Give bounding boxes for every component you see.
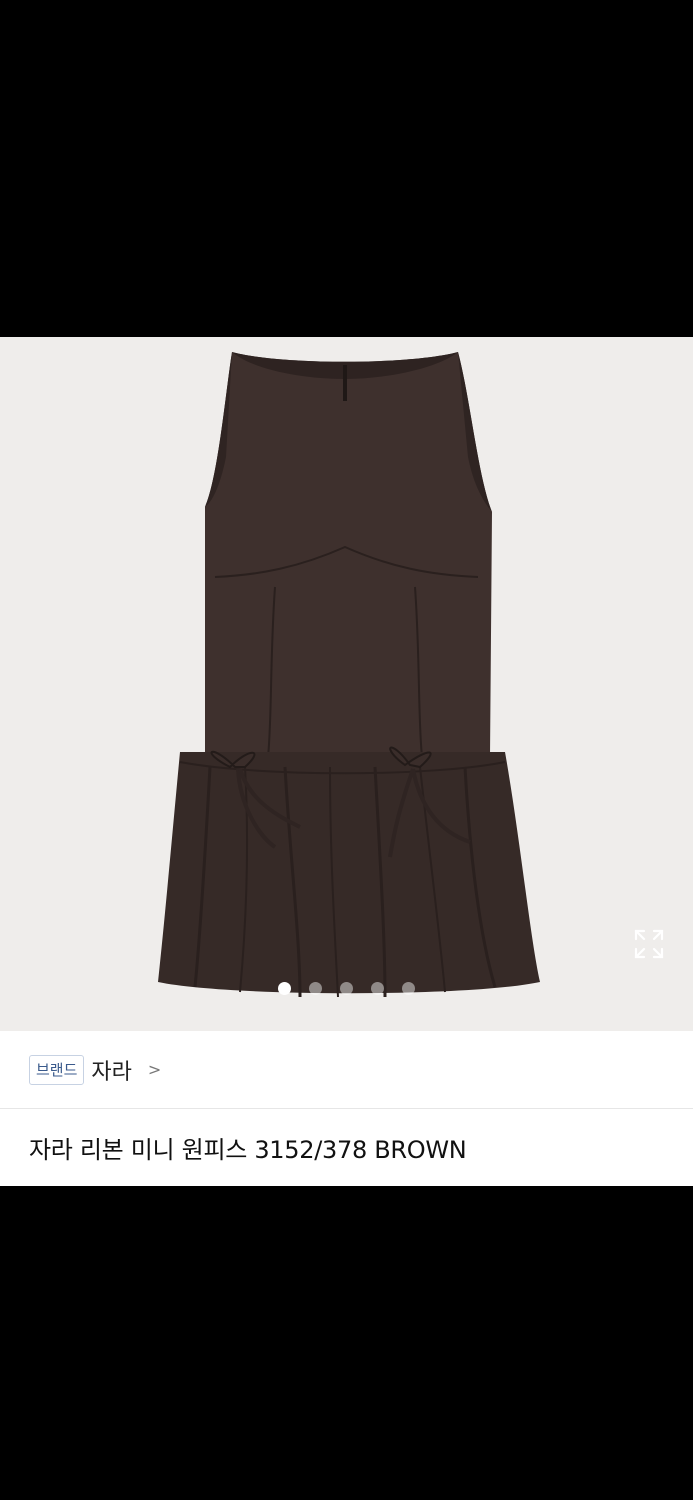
carousel-dot[interactable] [340, 982, 353, 995]
product-photo[interactable] [0, 337, 693, 1031]
carousel-dot[interactable] [309, 982, 322, 995]
carousel-indicator[interactable] [0, 982, 693, 996]
expand-icon[interactable] [633, 928, 665, 960]
chevron-right-icon[interactable]: > [148, 1060, 161, 1079]
bottom-letterbox [0, 1186, 693, 1500]
product-info: 브랜드 자라 > 자라 리본 미니 원피스 3152/378 BROWN [0, 1031, 693, 1186]
screen: 브랜드 자라 > 자라 리본 미니 원피스 3152/378 BROWN [0, 0, 693, 1500]
product-title: 자라 리본 미니 원피스 3152/378 BROWN [29, 1136, 467, 1164]
brand-link[interactable]: 브랜드 자라 > [0, 1031, 693, 1109]
product-image-gallery[interactable] [0, 337, 693, 1031]
carousel-dot[interactable] [402, 982, 415, 995]
carousel-dot[interactable] [371, 982, 384, 995]
brand-name[interactable]: 자라 [91, 1054, 131, 1086]
top-letterbox [0, 0, 693, 337]
product-title-row: 자라 리본 미니 원피스 3152/378 BROWN [0, 1109, 693, 1186]
brand-badge: 브랜드 [29, 1054, 85, 1085]
carousel-dot[interactable] [278, 982, 291, 995]
